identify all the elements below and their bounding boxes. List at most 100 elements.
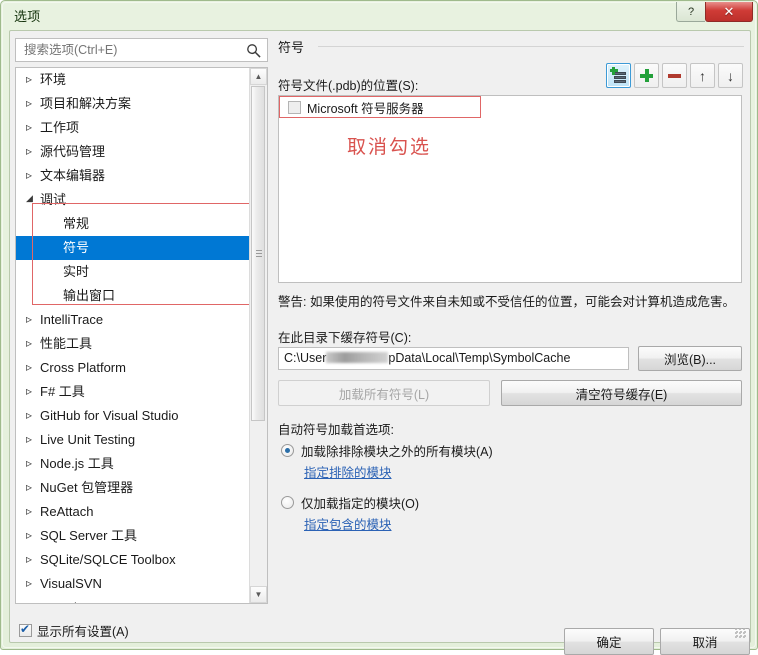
plus-icon: [640, 69, 653, 82]
chevron-right-icon[interactable]: [26, 475, 40, 500]
tree-item-3[interactable]: 源代码管理: [16, 140, 252, 164]
tree-item-10[interactable]: IntelliTrace: [16, 308, 252, 332]
close-button[interactable]: ✕: [705, 2, 753, 22]
tree-item-0[interactable]: 环境: [16, 68, 252, 92]
tree-scrollbar[interactable]: ▲ ▼: [249, 68, 267, 603]
symbol-file-locations-list[interactable]: Microsoft 符号服务器 取消勾选: [278, 95, 742, 283]
specify-included-modules-link[interactable]: 指定包含的模块: [304, 514, 392, 533]
scrollbar-grip-icon: [256, 249, 262, 258]
chevron-right-icon[interactable]: [26, 139, 40, 164]
search-input[interactable]: [22, 42, 236, 58]
tree-item-9[interactable]: 输出窗口: [16, 284, 252, 308]
chevron-right-icon[interactable]: [26, 115, 40, 140]
show-all-settings-checkbox[interactable]: 显示所有设置(A): [19, 621, 129, 640]
chevron-down-icon[interactable]: [26, 188, 40, 212]
radio-load-only-specified-label: 仅加载指定的模块(O): [301, 497, 420, 511]
add-button[interactable]: [634, 63, 659, 88]
move-down-button[interactable]: ↓: [718, 63, 743, 88]
move-up-button[interactable]: ↑: [690, 63, 715, 88]
dialog-client-area: 环境项目和解决方案工作项源代码管理文本编辑器调试常规符号实时输出窗口 Intell…: [9, 30, 751, 655]
browse-button[interactable]: 浏览(B)...: [638, 346, 742, 371]
tree-item-2[interactable]: 工作项: [16, 116, 252, 140]
tree-item-label: 工作项: [40, 120, 80, 135]
scroll-down-arrow-icon[interactable]: ▼: [250, 586, 267, 603]
scroll-up-arrow-icon[interactable]: ▲: [250, 68, 267, 85]
chevron-right-icon[interactable]: [26, 571, 40, 596]
remove-button[interactable]: [662, 63, 687, 88]
cache-directory-input[interactable]: C:\User pData\Local\Temp\SymbolCache: [278, 347, 629, 370]
chevron-right-icon[interactable]: [26, 163, 40, 188]
chevron-right-icon[interactable]: [26, 379, 40, 404]
tree-item-label: 常规: [63, 216, 90, 231]
tree-item-15[interactable]: Live Unit Testing: [16, 428, 252, 452]
section-divider: [318, 46, 744, 47]
scrollbar-thumb[interactable]: [251, 86, 265, 421]
symbols-settings-panel: 符号 符号文件(.pdb)的位置(S): ↑ ↓ Microsoft 符号服务器…: [276, 37, 744, 607]
tree-item-label: SQLite/SQLCE Toolbox: [40, 552, 176, 567]
symbol-files-label: 符号文件(.pdb)的位置(S):: [278, 79, 419, 93]
tree-item-label: VSColorOutput: [40, 600, 127, 603]
tree-item-21[interactable]: VisualSVN: [16, 572, 252, 596]
cache-path-prefix: C:\User: [284, 351, 327, 365]
tree-item-20[interactable]: SQLite/SQLCE Toolbox: [16, 548, 252, 572]
tree-item-11[interactable]: 性能工具: [16, 332, 252, 356]
chevron-right-icon[interactable]: [26, 403, 40, 428]
cache-path-text: C:\User pData\Local\Temp\SymbolCache: [284, 351, 570, 365]
options-category-tree[interactable]: 环境项目和解决方案工作项源代码管理文本编辑器调试常规符号实时输出窗口 Intell…: [15, 67, 268, 604]
tree-item-4[interactable]: 文本编辑器: [16, 164, 252, 188]
tree-item-label: Node.js 工具: [40, 456, 114, 471]
chevron-right-icon[interactable]: [26, 331, 40, 356]
specify-excluded-modules-link[interactable]: 指定排除的模块: [304, 462, 392, 481]
chevron-right-icon[interactable]: [26, 307, 40, 332]
chevron-right-icon[interactable]: [26, 547, 40, 572]
symbol-list-toolbar: ↑ ↓: [606, 63, 743, 88]
radio-load-all-except[interactable]: 加载除排除模块之外的所有模块(A): [281, 441, 493, 460]
tree-item-label: Cross Platform: [40, 360, 126, 375]
tree-item-17[interactable]: NuGet 包管理器: [16, 476, 252, 500]
tree-item-8[interactable]: 实时: [16, 260, 252, 284]
chevron-right-icon[interactable]: [26, 451, 40, 476]
chevron-right-icon[interactable]: [26, 355, 40, 380]
cache-directory-label: 在此目录下缓存符号(C):: [278, 331, 412, 345]
tree-item-1[interactable]: 项目和解决方案: [16, 92, 252, 116]
tree-item-13[interactable]: F# 工具: [16, 380, 252, 404]
tree-item-label: IntelliTrace: [40, 312, 104, 327]
radio-load-only-specified[interactable]: 仅加载指定的模块(O): [281, 493, 419, 512]
list-item[interactable]: Microsoft 符号服务器: [279, 96, 481, 118]
tree-item-22[interactable]: VSColorOutput: [16, 596, 252, 603]
arrow-up-icon: ↑: [699, 67, 706, 84]
tree-item-label: Live Unit Testing: [40, 432, 136, 447]
tree-item-16[interactable]: Node.js 工具: [16, 452, 252, 476]
clear-symbol-cache-button[interactable]: 清空符号缓存(E): [501, 380, 742, 406]
chevron-right-icon[interactable]: [26, 499, 40, 524]
tree-item-6[interactable]: 常规: [16, 212, 252, 236]
tree-item-14[interactable]: GitHub for Visual Studio: [16, 404, 252, 428]
tree-item-19[interactable]: SQL Server 工具: [16, 524, 252, 548]
options-dialog-window: 选项 ? ✕ 环境项目和解决方案工作项源代码管理文本编辑器调试常规符号实时输出窗…: [0, 0, 758, 655]
load-all-symbols-button: 加载所有符号(L): [278, 380, 490, 406]
tree-item-5[interactable]: 调试: [16, 188, 252, 212]
chevron-right-icon[interactable]: [26, 427, 40, 452]
tree-item-12[interactable]: Cross Platform: [16, 356, 252, 380]
chevron-right-icon[interactable]: [26, 91, 40, 116]
show-all-settings-label: 显示所有设置(A): [37, 625, 129, 639]
tree-item-7[interactable]: 符号: [16, 236, 252, 260]
tree-item-label: F# 工具: [40, 384, 85, 399]
tree-item-18[interactable]: ReAttach: [16, 500, 252, 524]
tree-item-label: VisualSVN: [40, 576, 102, 591]
resize-grip-icon[interactable]: [735, 628, 746, 639]
tree-item-label: ReAttach: [40, 504, 94, 519]
tree-item-label: 源代码管理: [40, 144, 106, 159]
checkbox-icon[interactable]: [288, 100, 301, 114]
window-title: 选项: [14, 9, 41, 24]
tree-item-label: 环境: [40, 72, 67, 87]
chevron-right-icon[interactable]: [26, 595, 40, 603]
window-controls: ? ✕: [676, 2, 753, 22]
ok-button[interactable]: 确定: [564, 628, 654, 655]
arrow-down-icon: ↓: [727, 67, 734, 84]
new-symbol-server-button[interactable]: [606, 63, 631, 88]
chevron-right-icon[interactable]: [26, 68, 40, 92]
help-button[interactable]: ?: [676, 2, 705, 22]
chevron-right-icon[interactable]: [26, 523, 40, 548]
search-box[interactable]: [15, 38, 268, 62]
